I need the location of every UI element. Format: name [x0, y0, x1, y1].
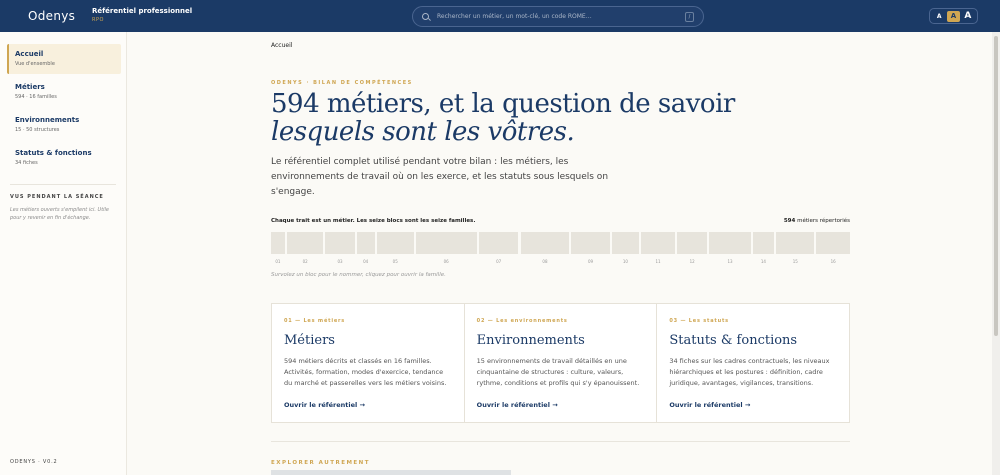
family-block-number: 14 [760, 259, 766, 264]
sidebar-item-metiers[interactable]: Métiers 594 · 16 familles [7, 77, 121, 107]
sidebar-item-sub: 15 · 50 structures [15, 127, 60, 133]
family-block-number: 16 [830, 259, 836, 264]
family-block-number: 13 [727, 259, 733, 264]
family-strip-count: 594 métiers répertoriés [784, 218, 850, 224]
family-strip-count-value: 594 [783, 218, 796, 224]
sidebar-item-sub: Vue d'ensemble [15, 61, 55, 67]
app-title: Référentiel professionnel [92, 7, 193, 16]
family-block[interactable] [478, 232, 519, 254]
sidebar-section-note: Les métiers ouverts s'empilent ici. Util… [10, 207, 110, 221]
sidebar-item-accueil[interactable]: Accueil Vue d'ensemble [7, 44, 121, 74]
sidebar-item-sub: 34 fiches [15, 160, 38, 166]
family-block[interactable] [325, 232, 355, 254]
card-eyebrow: 03 — Les statuts [669, 318, 729, 324]
family-block-number: 01 [275, 259, 281, 264]
family-block-number: 09 [588, 259, 594, 264]
app-title-block: Référentiel professionnel RPO [92, 8, 192, 23]
card-open-link[interactable]: Ouvrir le référentiel → [477, 401, 558, 409]
search-shortcut-key: / [685, 12, 694, 22]
family-block[interactable] [611, 232, 640, 254]
card-title: Métiers [284, 333, 335, 348]
font-size-toggle: A A A [929, 8, 978, 24]
family-block[interactable] [676, 232, 708, 254]
explore-title-peek [271, 470, 511, 475]
sidebar-item-environnements[interactable]: Environnements 15 · 50 structures [7, 110, 121, 140]
family-block[interactable] [520, 232, 570, 254]
hero-eyebrow: ODENYS · BILAN DE COMPÉTENCES [271, 80, 413, 86]
family-block-number: 11 [655, 259, 661, 264]
card-description: 15 environnements de travail détaillés e… [476, 357, 640, 387]
family-block[interactable] [356, 232, 375, 254]
family-block-number: 15 [792, 259, 798, 264]
family-block-number: 06 [443, 259, 449, 264]
card-title: Statuts & fonctions [669, 333, 798, 348]
sidebar-item-statuts[interactable]: Statuts & fonctions 34 fiches [7, 143, 121, 173]
family-block-number: 02 [302, 259, 308, 264]
family-strip-caption: Chaque trait est un métier. Les seize bl… [271, 218, 476, 224]
app-logo[interactable]: Odenys [0, 9, 92, 23]
family-block-number: 10 [622, 259, 628, 264]
sidebar-item-label: Métiers [15, 83, 45, 91]
family-block-number: 07 [496, 259, 502, 264]
sidebar-item-label: Environnements [15, 116, 80, 124]
family-block[interactable] [816, 232, 850, 254]
top-bar: Odenys Référentiel professionnel RPO Rec… [0, 0, 1000, 32]
family-strip-count-label: métiers répertoriés [797, 218, 850, 224]
family-block[interactable] [752, 232, 775, 254]
card-open-link[interactable]: Ouvrir le référentiel → [669, 401, 750, 409]
breadcrumb[interactable]: Accueil [271, 42, 292, 49]
family-block[interactable] [709, 232, 751, 254]
family-block-number: 12 [689, 259, 695, 264]
hero-headline-italic: lesquels sont les vôtres. [271, 117, 575, 147]
card-title: Environnements [476, 333, 585, 348]
family-block[interactable] [376, 232, 414, 254]
family-block[interactable] [776, 232, 815, 254]
family-block-number: 08 [542, 259, 548, 264]
family-strip-note: Survolez un bloc pour le nommer, cliquez… [271, 272, 446, 278]
card-metiers[interactable]: 01 — Les métiers Métiers 594 métiers déc… [272, 304, 464, 422]
font-size-large-button[interactable]: A [961, 11, 974, 22]
sidebar: Accueil Vue d'ensemble Métiers 594 · 16 … [0, 32, 127, 475]
sidebar-item-label: Statuts & fonctions [15, 149, 92, 157]
referentiel-cards: 01 — Les métiers Métiers 594 métiers déc… [271, 303, 850, 423]
card-open-link[interactable]: Ouvrir le référentiel → [284, 401, 365, 409]
card-statuts[interactable]: 03 — Les statuts Statuts & fonctions 34 … [656, 304, 849, 422]
font-size-small-button[interactable]: A [933, 11, 946, 22]
section-divider [271, 441, 850, 442]
card-environnements[interactable]: 02 — Les environnements Environnements 1… [463, 304, 657, 422]
family-block[interactable] [286, 232, 324, 254]
card-eyebrow: 01 — Les métiers [284, 318, 346, 324]
family-block-number: 03 [337, 259, 343, 264]
search-input[interactable]: Rechercher un métier, un mot-clé, un cod… [412, 6, 704, 27]
sidebar-divider [10, 184, 116, 185]
search-icon [422, 13, 429, 20]
family-strip [271, 232, 850, 254]
scrollbar-thumb[interactable] [994, 36, 998, 336]
family-block[interactable] [415, 232, 477, 254]
app-subtitle: RPO [92, 17, 104, 24]
search-placeholder: Rechercher un métier, un mot-clé, un cod… [437, 13, 592, 20]
family-block-number: 05 [392, 259, 398, 264]
card-eyebrow: 02 — Les environnements [476, 318, 568, 324]
family-block[interactable] [571, 232, 610, 254]
family-block-number: 04 [363, 259, 369, 264]
app-version: ODENYS · V0.2 [10, 459, 58, 465]
card-description: 34 fiches sur les cadres contractuels, l… [669, 357, 830, 387]
family-block[interactable] [641, 232, 675, 254]
card-description: 594 métiers décrits et classés en 16 fam… [284, 357, 447, 387]
page-scrollbar[interactable] [992, 32, 1000, 475]
sidebar-section-heading: VUS PENDANT LA SÉANCE [10, 194, 104, 200]
font-size-medium-button[interactable]: A [946, 10, 960, 22]
explore-heading: EXPLORER AUTREMENT [271, 460, 371, 466]
sidebar-item-label: Accueil [15, 50, 44, 58]
hero-headline: 594 métiers, et la question de savoir [271, 89, 735, 119]
hero-lead: Le référentiel complet utilisé pendant v… [271, 157, 609, 197]
family-block[interactable] [271, 232, 285, 254]
sidebar-item-sub: 594 · 16 familles [15, 94, 57, 100]
